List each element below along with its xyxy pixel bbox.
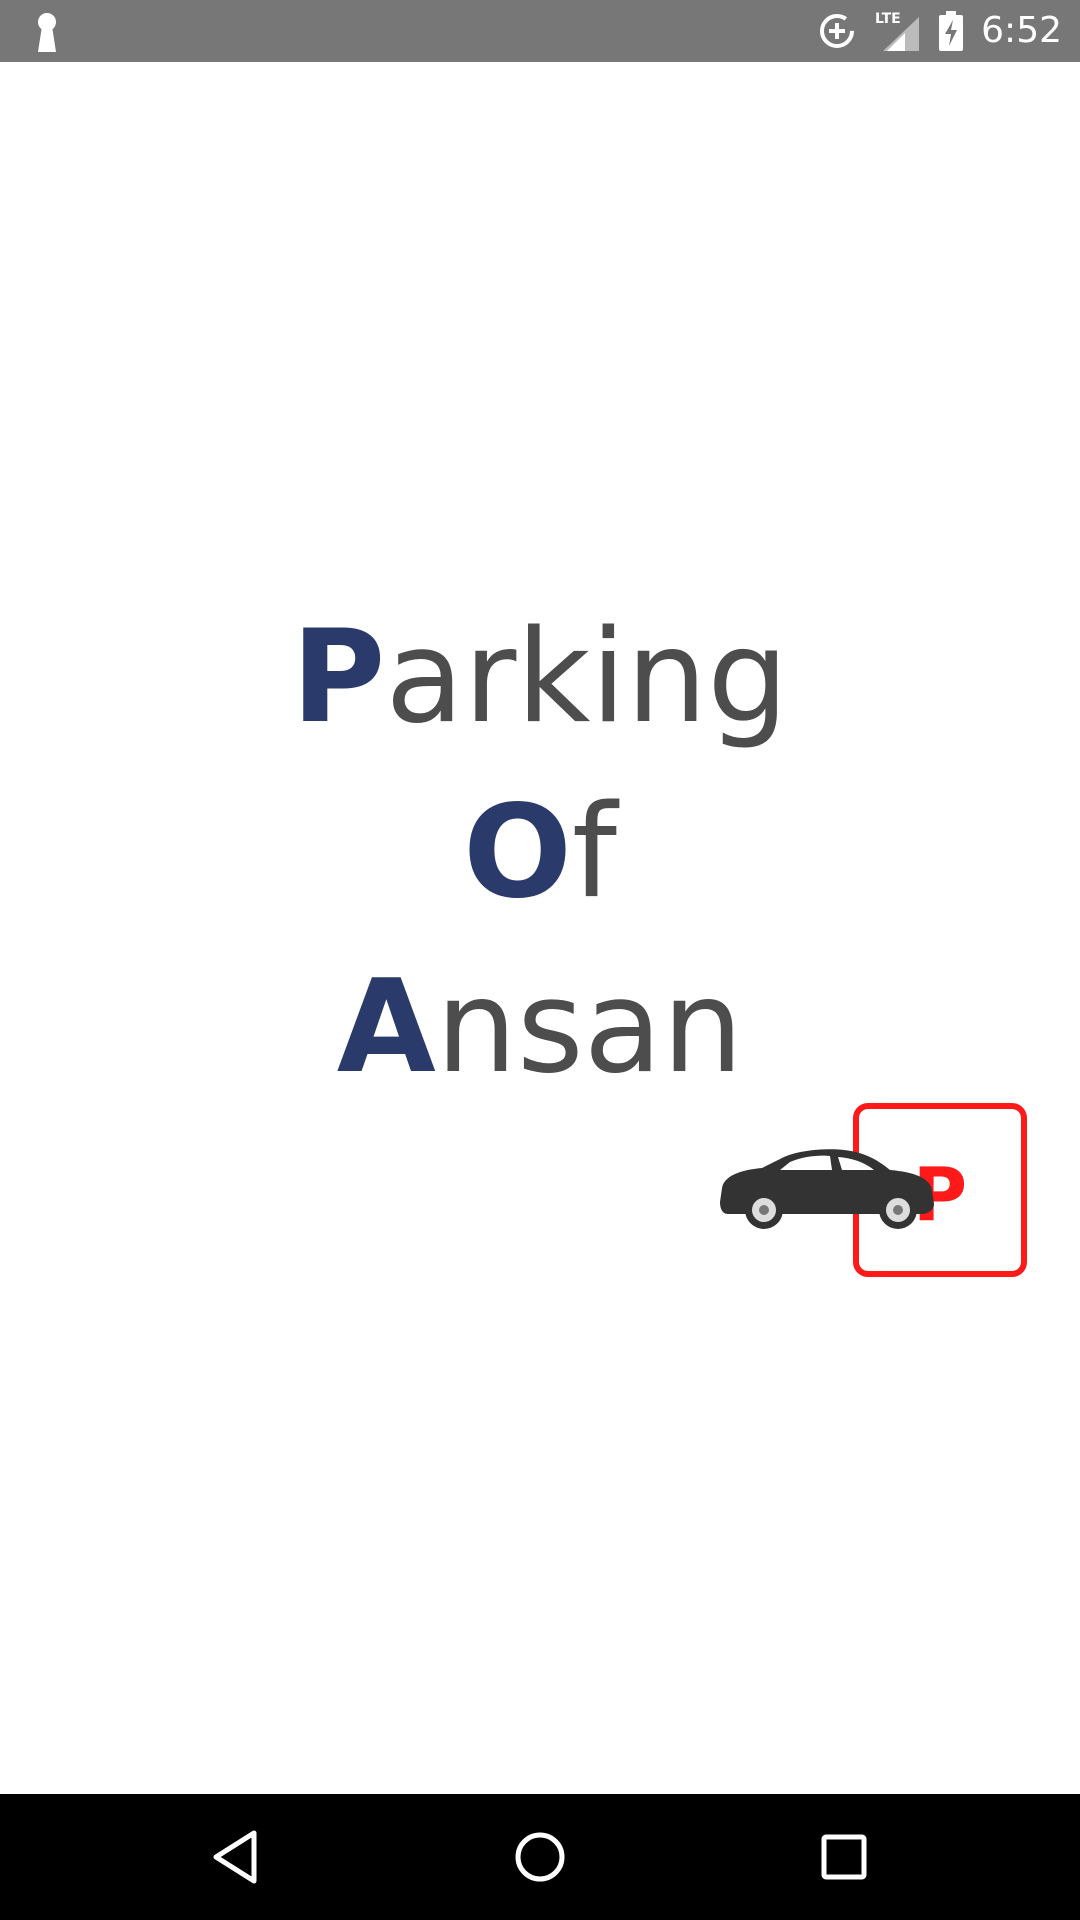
recents-icon [821, 1834, 867, 1880]
title-line-parking: Parking [0, 590, 1080, 765]
title-initial-p: P [291, 603, 386, 752]
status-bar: LTE 6:52 [0, 0, 1080, 62]
app-title: Parking Of Ansan [0, 590, 1080, 1115]
title-rest-arking: arking [385, 603, 789, 752]
title-rest-nsan: nsan [435, 953, 744, 1102]
home-button[interactable] [470, 1794, 610, 1920]
back-icon [213, 1830, 257, 1884]
splash-screen: LTE 6:52 Parking Of Ansan P [0, 0, 1080, 1920]
recents-button[interactable] [774, 1794, 914, 1920]
data-saver-icon [820, 14, 855, 48]
lte-label: LTE [875, 11, 901, 27]
title-initial-o: O [463, 778, 572, 927]
title-initial-a: A [336, 953, 436, 1102]
lte-signal-icon: LTE [875, 11, 920, 51]
home-icon [515, 1832, 565, 1882]
title-rest-f: f [571, 778, 617, 927]
status-time: 6:52 [981, 10, 1062, 51]
back-button[interactable] [166, 1794, 306, 1920]
navigation-bar [0, 1794, 1080, 1920]
parking-logo: P [720, 1103, 1027, 1277]
title-line-of: Of [0, 765, 1080, 940]
keyhole-icon [38, 13, 56, 52]
battery-charging-icon [939, 11, 964, 51]
title-line-ansan: Ansan [0, 940, 1080, 1115]
